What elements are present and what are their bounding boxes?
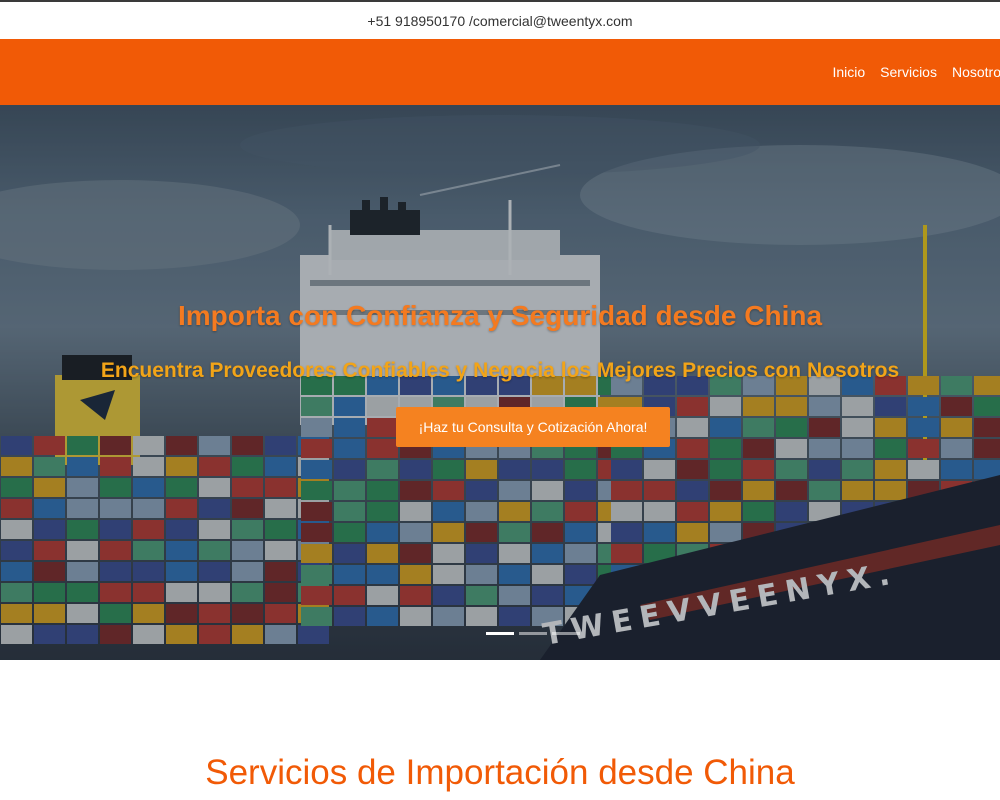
carousel-indicator-1[interactable]: [486, 632, 514, 635]
nav-item-nosotros[interactable]: Nosotros: [952, 64, 1000, 80]
contact-bar: +51 918950170 /comercial@tweentyx.com: [0, 0, 1000, 39]
nav-menu: Inicio Servicios Nosotros: [832, 39, 1000, 105]
hero-subtitle: Encuentra Proveedores Confiables y Negoc…: [100, 359, 900, 382]
nav-item-inicio[interactable]: Inicio: [832, 64, 865, 80]
nav-item-servicios[interactable]: Servicios: [880, 64, 937, 80]
carousel-indicators: [486, 632, 580, 635]
main-navbar: Inicio Servicios Nosotros: [0, 39, 1000, 105]
contact-info: +51 918950170 /comercial@tweentyx.com: [367, 12, 633, 29]
hero-title: Importa con Confianza y Seguridad desde …: [177, 300, 823, 331]
services-section-title: Servicios de Importación desde China: [205, 753, 795, 792]
quote-request-button[interactable]: ¡Haz tu Consulta y Cotización Ahora!: [396, 407, 670, 447]
carousel-indicator-3[interactable]: [552, 632, 580, 635]
carousel-indicator-2[interactable]: [519, 632, 547, 635]
hero-carousel: TWEEVVEENYX. Importa con Confianza y Seg…: [0, 105, 1000, 660]
